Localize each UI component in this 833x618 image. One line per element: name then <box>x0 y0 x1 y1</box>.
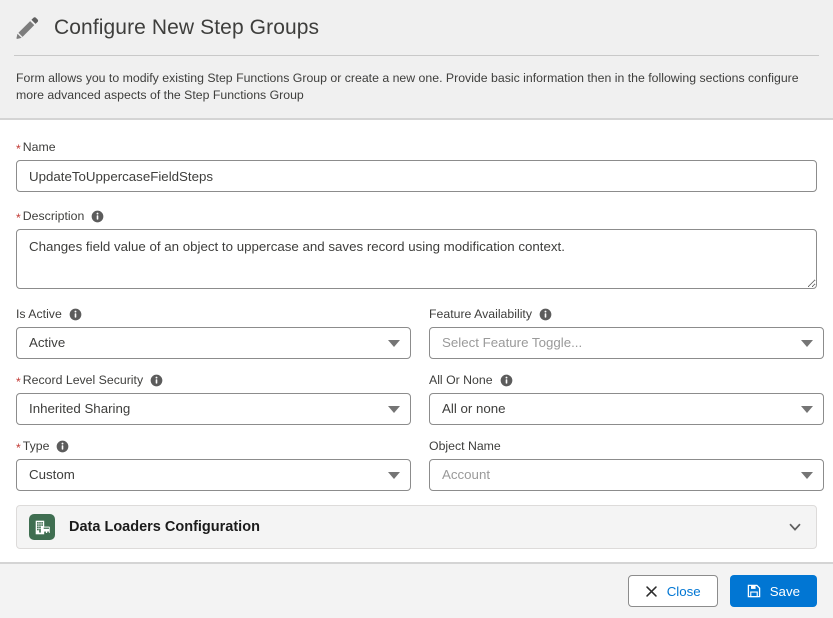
field-all-or-none: All Or None All or none <box>429 373 824 425</box>
row-security-allornone: * Record Level Security Inherited Sharin… <box>16 373 824 425</box>
field-is-active: Is Active Active <box>16 307 411 359</box>
intro-description: Form allows you to modify existing Step … <box>16 71 799 102</box>
field-record-level-security-label: * Record Level Security <box>16 373 411 388</box>
page-header: Configure New Step Groups <box>0 0 833 56</box>
record-level-security-select[interactable]: Inherited Sharing <box>16 393 411 425</box>
intro-divider <box>0 118 833 120</box>
feature-availability-select-wrap: Select Feature Toggle... <box>429 327 824 359</box>
type-select[interactable]: Custom <box>16 459 411 491</box>
info-icon[interactable] <box>150 374 163 387</box>
pencil-icon <box>16 17 39 39</box>
field-record-level-security-label-text: Record Level Security <box>22 373 144 387</box>
form-card: * Name * Description Changes field value… <box>0 120 833 562</box>
required-asterisk: * <box>16 374 21 389</box>
description-textarea[interactable]: Changes field value of an object to uppe… <box>16 229 817 289</box>
object-name-select[interactable]: Account <box>429 459 824 491</box>
building-store-icon <box>29 514 55 540</box>
info-icon[interactable] <box>500 374 513 387</box>
chevron-down-icon[interactable] <box>788 520 802 534</box>
footer-action-bar: Close Save <box>0 562 833 618</box>
is-active-select[interactable]: Active <box>16 327 411 359</box>
close-button[interactable]: Close <box>627 575 718 607</box>
save-button-label: Save <box>769 583 800 599</box>
field-feature-availability: Feature Availability Select Feature Togg… <box>429 307 824 359</box>
field-record-level-security: * Record Level Security Inherited Sharin… <box>16 373 411 425</box>
intro-block: Form allows you to modify existing Step … <box>0 56 833 120</box>
field-name-label-text: Name <box>22 140 56 154</box>
field-is-active-label-text: Is Active <box>16 307 62 321</box>
is-active-select-wrap: Active <box>16 327 411 359</box>
field-description-label-text: Description <box>22 209 85 223</box>
field-type-label-text: Type <box>22 439 50 453</box>
field-name: * Name <box>16 140 817 192</box>
close-x-icon <box>645 585 657 597</box>
info-icon[interactable] <box>69 308 82 321</box>
feature-availability-select[interactable]: Select Feature Toggle... <box>429 327 824 359</box>
close-button-label: Close <box>666 583 701 599</box>
record-level-security-select-wrap: Inherited Sharing <box>16 393 411 425</box>
name-input[interactable] <box>16 160 817 192</box>
field-name-label: * Name <box>16 140 817 155</box>
field-feature-availability-label: Feature Availability <box>429 307 824 322</box>
info-icon[interactable] <box>539 308 552 321</box>
save-disk-icon <box>747 584 760 598</box>
field-all-or-none-label: All Or None <box>429 373 824 388</box>
save-button[interactable]: Save <box>729 575 817 607</box>
required-asterisk: * <box>16 141 21 156</box>
info-icon[interactable] <box>91 210 104 223</box>
row-active-feature: Is Active Active Feature Availability Se… <box>16 307 824 359</box>
page-title: Configure New Step Groups <box>54 16 320 39</box>
field-feature-availability-label-text: Feature Availability <box>429 307 532 321</box>
field-object-name-label: Object Name <box>429 439 824 454</box>
row-type-object: * Type Custom Object Name Account <box>16 439 824 491</box>
section-data-loaders-configuration[interactable]: Data Loaders Configuration <box>16 505 817 549</box>
required-asterisk: * <box>16 440 21 455</box>
all-or-none-select-wrap: All or none <box>429 393 824 425</box>
info-icon[interactable] <box>56 440 69 453</box>
object-name-select-wrap: Account <box>429 459 824 491</box>
required-asterisk: * <box>16 210 21 225</box>
field-description: * Description Changes field value of an … <box>16 209 817 289</box>
type-select-wrap: Custom <box>16 459 411 491</box>
field-type-label: * Type <box>16 439 411 454</box>
section-title: Data Loaders Configuration <box>69 519 260 535</box>
field-is-active-label: Is Active <box>16 307 411 322</box>
field-type: * Type Custom <box>16 439 411 491</box>
field-all-or-none-label-text: All Or None <box>429 373 493 387</box>
field-object-name: Object Name Account <box>429 439 824 491</box>
all-or-none-select[interactable]: All or none <box>429 393 824 425</box>
field-object-name-label-text: Object Name <box>429 439 501 453</box>
field-description-label: * Description <box>16 209 817 224</box>
